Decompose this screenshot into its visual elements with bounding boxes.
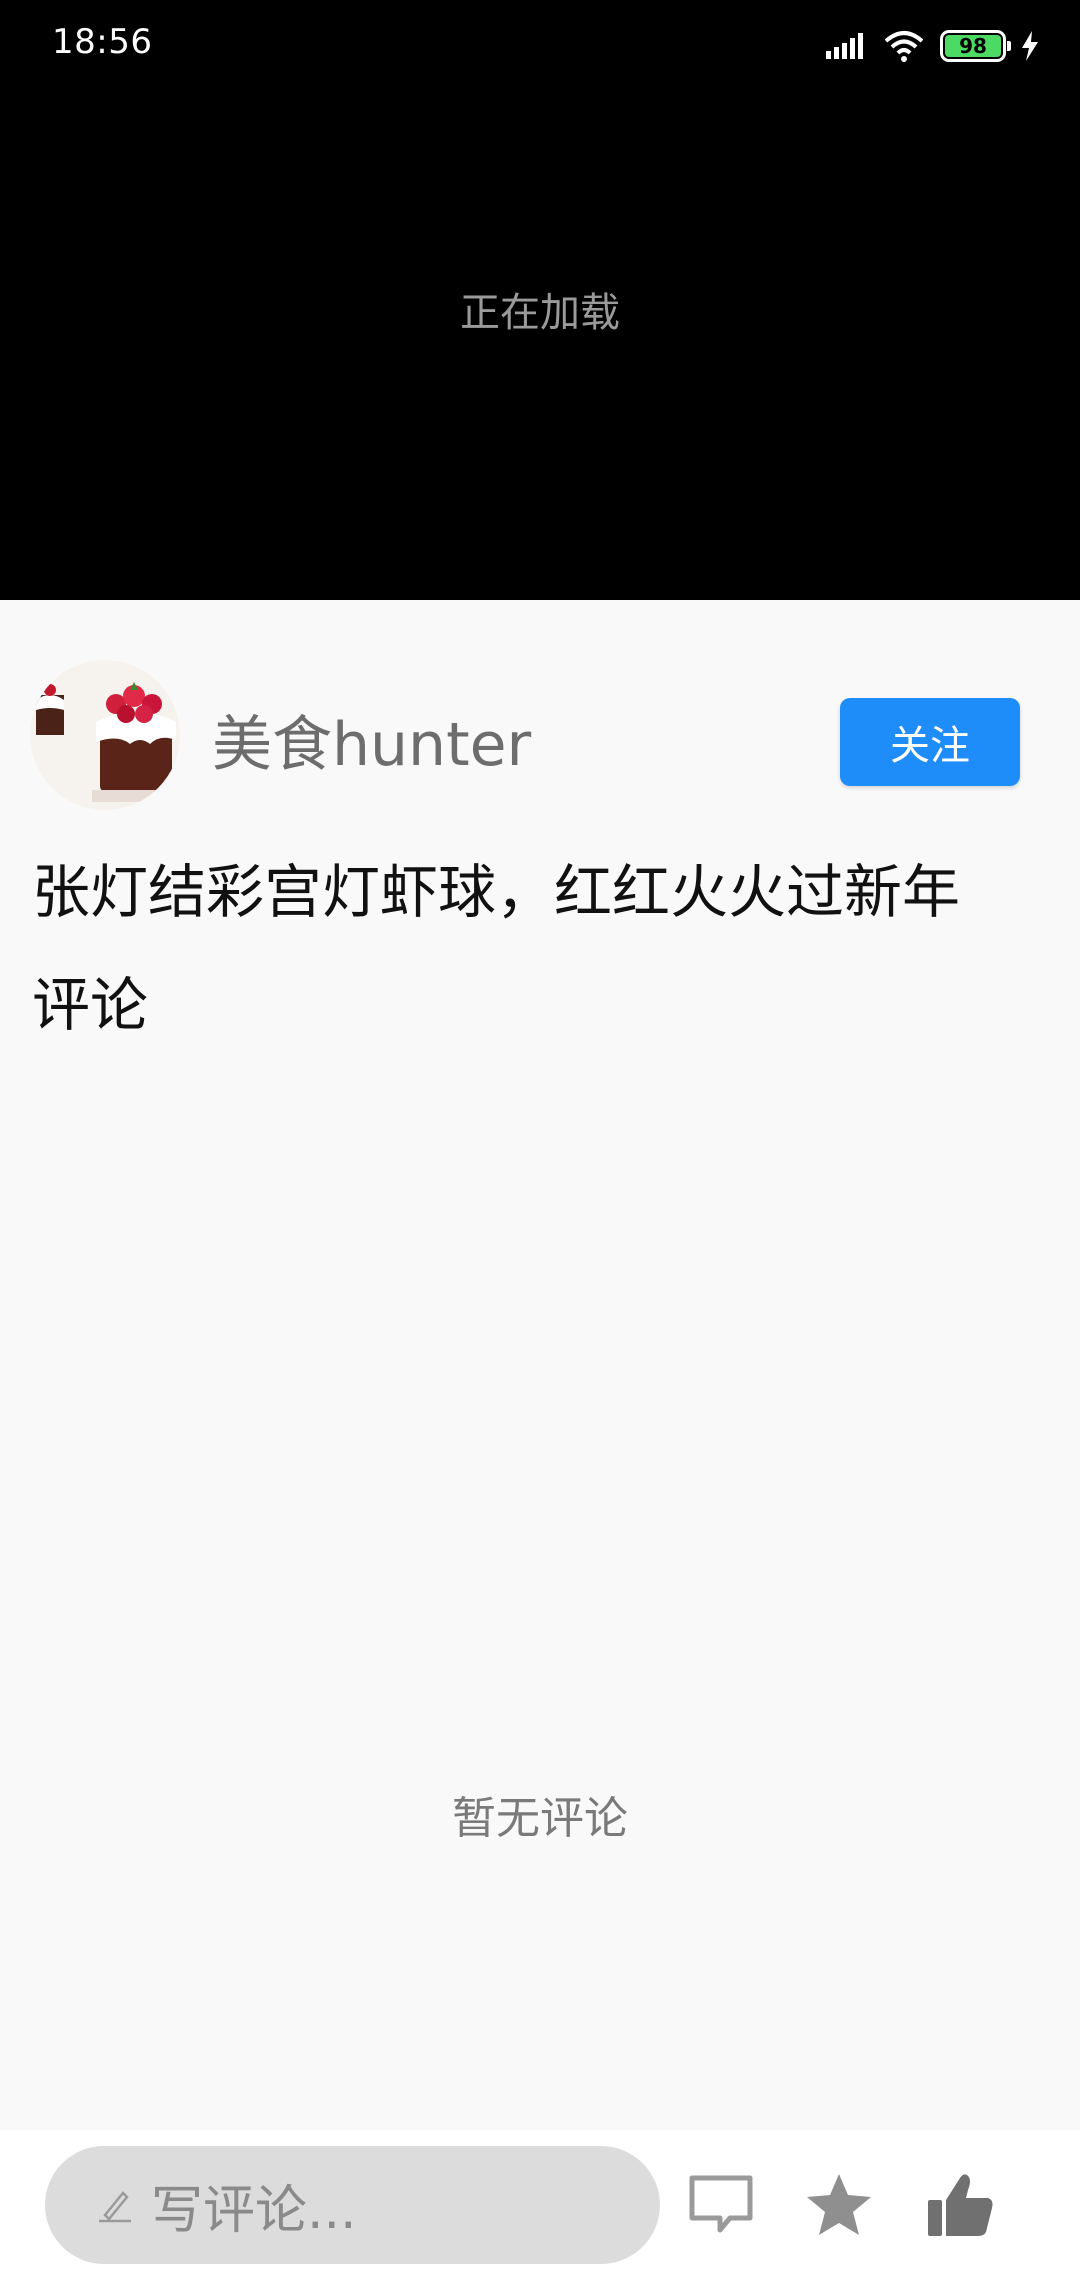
wifi-icon bbox=[884, 31, 924, 62]
comment-input-placeholder: 写评论... bbox=[151, 2180, 357, 2241]
video-player[interactable]: 18:56 98 正在加载 bbox=[0, 0, 1080, 600]
charging-icon bbox=[1022, 31, 1038, 61]
post-title: 张灯结彩宫灯虾球，红红火火过新年 bbox=[32, 858, 961, 926]
cake-avatar-image bbox=[30, 660, 180, 810]
comment-icon[interactable] bbox=[686, 2170, 756, 2240]
author-name[interactable]: 美食hunter bbox=[212, 696, 531, 783]
loading-text: 正在加载 bbox=[460, 290, 620, 336]
avatar[interactable] bbox=[30, 660, 180, 810]
status-icons: 98 bbox=[824, 26, 1040, 66]
battery-icon: 98 bbox=[940, 30, 1011, 62]
comments-heading: 评论 bbox=[32, 971, 149, 1039]
thumbs-up-icon[interactable] bbox=[926, 2170, 996, 2240]
follow-button[interactable]: 关注 bbox=[840, 698, 1020, 786]
star-icon[interactable] bbox=[804, 2170, 874, 2240]
empty-comments-text: 暂无评论 bbox=[452, 1793, 628, 1844]
author-row: 美食hunter 关注 bbox=[0, 660, 1080, 810]
bottom-action-bar: 写评论... bbox=[0, 2130, 1080, 2280]
comment-input[interactable]: 写评论... bbox=[45, 2146, 660, 2264]
status-bar: 18:56 98 bbox=[0, 0, 1080, 90]
battery-level: 98 bbox=[945, 35, 1001, 57]
signal-icon bbox=[826, 33, 863, 59]
status-time: 18:56 bbox=[52, 22, 153, 62]
pencil-icon bbox=[99, 2191, 131, 2223]
